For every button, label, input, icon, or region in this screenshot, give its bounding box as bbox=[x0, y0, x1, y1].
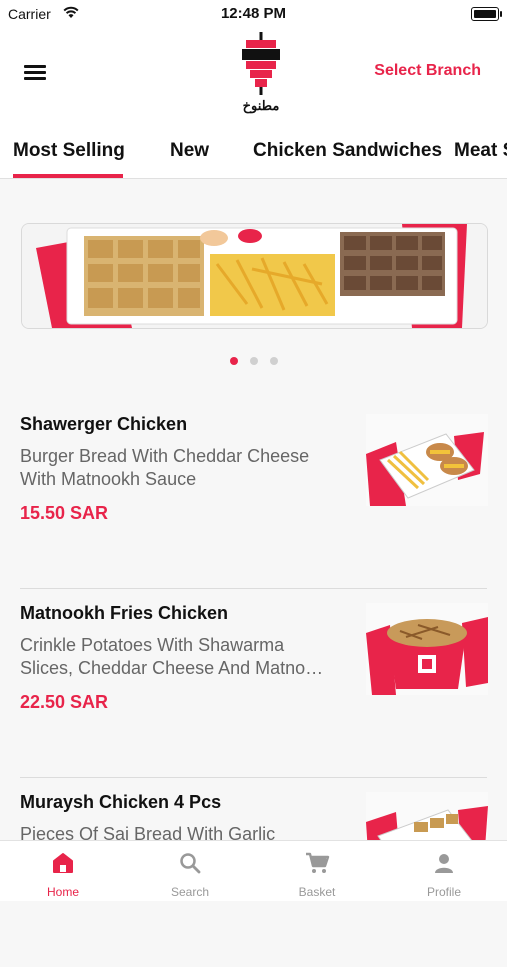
clock: 12:48 PM bbox=[220, 5, 287, 22]
item-image bbox=[366, 414, 488, 506]
tab-basket-label: Basket bbox=[298, 885, 336, 899]
tab-basket[interactable]: Basket bbox=[254, 841, 380, 901]
tab-meat[interactable]: Meat S bbox=[454, 140, 507, 162]
bottom-tab-bar: Home Search Basket Profile bbox=[0, 840, 507, 901]
carousel-dot-2[interactable] bbox=[249, 357, 258, 365]
search-icon bbox=[180, 853, 201, 874]
tab-most-selling[interactable]: Most Selling bbox=[13, 140, 125, 162]
tab-search[interactable]: Search bbox=[127, 841, 253, 901]
logo-text: مطنوخ bbox=[242, 98, 280, 113]
tab-search-label: Search bbox=[170, 885, 210, 899]
tab-chicken-sandwiches[interactable]: Chicken Sandwiches bbox=[253, 140, 442, 162]
profile-icon bbox=[435, 854, 453, 873]
menu-item[interactable]: Shawerger Chicken Burger Bread With Ched… bbox=[0, 400, 507, 589]
tab-profile-label: Profile bbox=[426, 885, 461, 899]
app-header: مطنوخ Select Branch bbox=[0, 30, 507, 120]
menu-item[interactable]: Matnookh Fries Chicken Crinkle Potatoes … bbox=[0, 589, 507, 778]
item-name: Muraysh Chicken 4 Pcs bbox=[20, 792, 222, 812]
hamburger-menu-icon[interactable] bbox=[24, 63, 46, 81]
category-tabs: Most Selling New Chicken Sandwiches Meat… bbox=[0, 120, 507, 179]
item-price: 15.50 SAR bbox=[20, 503, 109, 523]
item-price: 22.50 SAR bbox=[20, 692, 109, 712]
tab-home[interactable]: Home bbox=[0, 841, 126, 901]
carousel-dot-1[interactable] bbox=[229, 357, 238, 365]
select-branch-button[interactable]: Select Branch bbox=[374, 62, 481, 80]
promo-banner[interactable] bbox=[21, 223, 488, 329]
carousel-pagination bbox=[0, 352, 507, 370]
item-description: Crinkle Potatoes With Shawarma Slices, C… bbox=[20, 635, 324, 678]
item-description: Burger Bread With Cheddar Cheese With Ma… bbox=[20, 446, 310, 489]
matnookh-logo: مطنوخ bbox=[238, 32, 284, 114]
tab-home-label: Home bbox=[46, 885, 79, 899]
shawarma-logo-icon bbox=[242, 32, 280, 95]
home-icon bbox=[53, 853, 73, 873]
active-tab-indicator bbox=[13, 174, 123, 178]
item-name: Matnookh Fries Chicken bbox=[20, 603, 229, 623]
cart-icon bbox=[306, 852, 330, 873]
item-image bbox=[366, 603, 488, 695]
carousel-dot-3[interactable] bbox=[269, 357, 278, 365]
tab-profile[interactable]: Profile bbox=[381, 841, 507, 901]
status-bar: Carrier 12:48 PM bbox=[0, 0, 507, 30]
item-name: Shawerger Chicken bbox=[20, 414, 188, 434]
battery-icon bbox=[471, 7, 502, 21]
tab-new[interactable]: New bbox=[170, 140, 209, 162]
banner-food-image bbox=[22, 224, 487, 328]
